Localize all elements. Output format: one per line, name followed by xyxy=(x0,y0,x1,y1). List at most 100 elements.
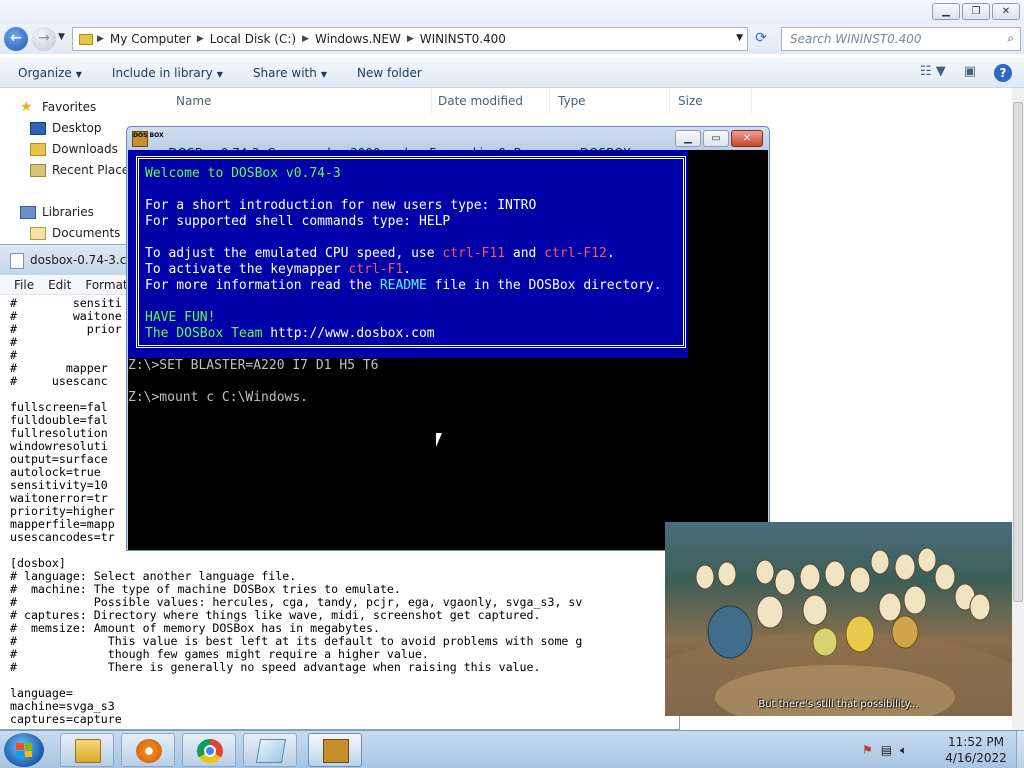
menu-edit[interactable]: Edit xyxy=(48,278,71,292)
libraries-icon xyxy=(20,205,36,219)
maximize-button[interactable]: ❐ xyxy=(962,3,990,20)
dosbox-logo-icon: DOS BOX xyxy=(132,131,164,147)
command-bar: Organize ▼ Include in library ▼ Share with… xyxy=(0,58,1024,88)
breadcrumb-my-computer[interactable]: My Computer xyxy=(110,32,191,46)
menu-file[interactable]: File xyxy=(14,278,34,292)
help-line: For supported shell commands type: HELP xyxy=(145,214,450,230)
dosbox-minimize-button[interactable]: ▁ xyxy=(675,130,701,147)
clock-time: 11:52 PM xyxy=(948,735,1004,749)
team-text: The DOSBox Team xyxy=(145,326,271,341)
include-in-library-label: Include in library xyxy=(111,65,213,80)
notepad-text-line xyxy=(10,674,675,687)
readme-prefix: For more information read the xyxy=(145,278,380,293)
refresh-icon[interactable]: ⟳ xyxy=(752,30,770,48)
new-folder-label: New folder xyxy=(357,65,422,80)
intro-text: For a short introduction for new users t… xyxy=(145,198,498,213)
nav-recent-places-label: Recent Places xyxy=(52,163,136,177)
notepad-text-line: # There is generally no speed advantage … xyxy=(10,660,541,674)
vertical-scrollbar[interactable] xyxy=(1012,88,1024,730)
forward-button[interactable]: → xyxy=(32,27,56,51)
nav-downloads-label: Downloads xyxy=(52,142,118,156)
system-clock[interactable]: 11:52 PM 4/16/2022 xyxy=(936,734,1016,766)
nav-downloads[interactable]: Downloads xyxy=(30,142,118,156)
help-command: HELP xyxy=(418,214,451,229)
system-tray: ⚑ ▤ 🔈︎ xyxy=(862,731,907,768)
organize-button[interactable]: Organize ▼ xyxy=(18,66,82,80)
folder-icon xyxy=(79,33,93,45)
nav-libraries[interactable]: Libraries xyxy=(20,205,94,219)
cpu-key-f12: ctrl-F12 xyxy=(544,246,607,261)
share-with-label: Share with xyxy=(252,65,317,80)
nav-recent-places[interactable]: Recent Places xyxy=(30,163,135,177)
minimize-button[interactable]: ▁ xyxy=(932,3,960,20)
new-folder-button[interactable]: New folder xyxy=(357,66,422,80)
taskbar-dosbox[interactable] xyxy=(308,733,362,767)
help-icon[interactable]: ? xyxy=(994,64,1012,82)
preview-pane-icon[interactable]: ▣ xyxy=(964,64,976,82)
dosbox-titlebar[interactable]: DOS BOXDOSBox 0.74-3, Cpu speed: 3000 cy… xyxy=(127,127,769,160)
video-player[interactable]: But there's still that possibility... xyxy=(665,522,1012,716)
console-line-blaster: Z:\>SET BLASTER=A220 I7 D1 H5 T6 xyxy=(128,358,379,373)
nav-favorites[interactable]: ★ Favorites xyxy=(20,100,97,115)
search-input[interactable]: Search WININST0.400 ⌕ xyxy=(781,27,1021,51)
chevron-right-icon[interactable]: ▶ xyxy=(407,34,414,44)
scrollbar-thumb[interactable] xyxy=(1013,102,1023,602)
documents-icon xyxy=(30,226,46,240)
back-arrow-icon: ← xyxy=(10,30,22,46)
have-fun-line: HAVE FUN! xyxy=(145,310,216,325)
keymapper-line: To activate the keymapper ctrl-F1. xyxy=(145,262,411,278)
dosbox-maximize-button[interactable]: ▭ xyxy=(703,130,729,147)
breadcrumb-local-disk[interactable]: Local Disk (C:) xyxy=(210,32,296,46)
readme-word: README xyxy=(379,278,427,293)
folder-icon xyxy=(75,739,101,763)
chevron-right-icon[interactable]: ▶ xyxy=(197,34,204,44)
dosbox-close-button[interactable]: ✕ xyxy=(731,130,763,147)
include-in-library-button[interactable]: Include in library ▼ xyxy=(112,66,223,80)
keymap-text: To activate the keymapper xyxy=(145,262,349,277)
nav-desktop[interactable]: Desktop xyxy=(30,121,102,135)
search-icon[interactable]: ⌕ xyxy=(1007,31,1014,46)
show-desktop-button[interactable] xyxy=(1016,731,1024,768)
nav-desktop-label: Desktop xyxy=(52,121,102,135)
breadcrumb-wininst[interactable]: WININST0.400 xyxy=(420,32,506,46)
taskbar-chrome[interactable] xyxy=(182,733,236,767)
welcome-banner: Welcome to DOSBox v0.74-3 For a short in… xyxy=(128,150,688,358)
chevron-right-icon[interactable]: ▶ xyxy=(97,34,104,44)
taskbar-explorer[interactable] xyxy=(60,733,114,767)
intro-command: INTRO xyxy=(497,198,537,213)
view-options-icon[interactable]: ☷ ▼ xyxy=(920,64,946,82)
column-type[interactable]: Type xyxy=(550,88,670,114)
cpu-end: . xyxy=(606,246,615,261)
nav-documents[interactable]: Documents xyxy=(30,226,120,240)
keymap-end: . xyxy=(403,262,412,277)
column-name[interactable]: Name xyxy=(168,88,432,114)
forward-arrow-icon: → xyxy=(38,30,50,46)
network-icon[interactable]: ▤ xyxy=(881,743,892,757)
search-placeholder: Search WININST0.400 xyxy=(790,32,922,46)
menu-format[interactable]: Format xyxy=(85,278,127,292)
address-dropdown-icon[interactable]: ▼ xyxy=(736,33,743,43)
back-button[interactable]: ← xyxy=(4,27,28,51)
column-date-modified[interactable]: Date modified xyxy=(430,88,550,114)
nav-documents-label: Documents xyxy=(52,226,121,240)
volume-icon[interactable]: 🔈︎ xyxy=(900,743,907,758)
share-with-button[interactable]: Share with ▼ xyxy=(253,66,327,80)
notepad-icon xyxy=(255,739,287,763)
cpu-speed-line: To adjust the emulated CPU speed, use ct… xyxy=(145,246,615,262)
action-center-flag-icon[interactable]: ⚑ xyxy=(862,743,873,757)
desktop-icon xyxy=(30,121,46,135)
chevron-right-icon[interactable]: ▶ xyxy=(302,34,309,44)
team-url: http://www.dosbox.com xyxy=(270,326,435,341)
column-size[interactable]: Size xyxy=(670,88,752,114)
breadcrumb-windows-new[interactable]: Windows.NEW xyxy=(315,32,401,46)
media-player-icon xyxy=(136,739,162,763)
address-field[interactable]: ▶ My Computer ▶ Local Disk (C:) ▶ Window… xyxy=(72,27,748,51)
dosbox-console[interactable]: Welcome to DOSBox v0.74-3 For a short in… xyxy=(128,150,768,550)
taskbar-notepad[interactable] xyxy=(243,733,297,767)
start-button[interactable] xyxy=(4,733,44,767)
history-dropdown[interactable]: ▼ xyxy=(58,32,65,42)
notepad-title: dosbox-0.74-3.cor xyxy=(30,253,139,267)
nav-favorites-label: Favorites xyxy=(42,100,97,114)
close-button[interactable]: ✕ xyxy=(992,3,1020,20)
taskbar-media-player[interactable] xyxy=(121,733,175,767)
